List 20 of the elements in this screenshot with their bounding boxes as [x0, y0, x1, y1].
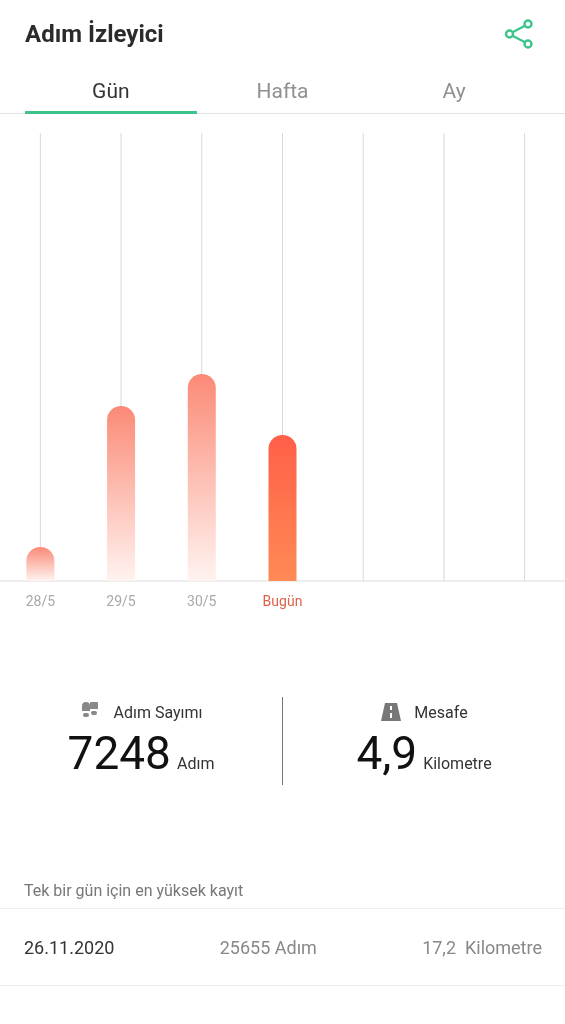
day-label: 28/5	[25, 592, 56, 611]
day-label: 29/5	[106, 592, 136, 611]
stat-value: 7248	[67, 726, 171, 780]
tab[interactable]: Gün	[25, 64, 197, 114]
record-caption: Tek bir gün için en yüksek kayıt	[24, 881, 244, 900]
record-distance: 17,2 Kilometre	[422, 936, 542, 958]
record-date: 26.11.2020	[24, 936, 115, 958]
stat-label: Mesafe	[414, 702, 468, 722]
record-steps: 25655 Adım	[219, 936, 317, 958]
tab[interactable]: Hafta	[196, 64, 369, 114]
stat-unit: Kilometre	[423, 754, 492, 773]
app-title: Adım İzleyici	[25, 20, 164, 48]
stat-label: Adım Sayımı	[113, 702, 203, 722]
day-label: Bugün	[262, 592, 303, 611]
day-label: 30/5	[187, 592, 217, 611]
share-icon[interactable]	[503, 18, 535, 50]
stat-value: 4,9	[356, 726, 418, 780]
road-icon	[380, 702, 403, 722]
tab[interactable]: Ay	[368, 64, 540, 114]
stat-unit: Adım	[177, 754, 215, 773]
